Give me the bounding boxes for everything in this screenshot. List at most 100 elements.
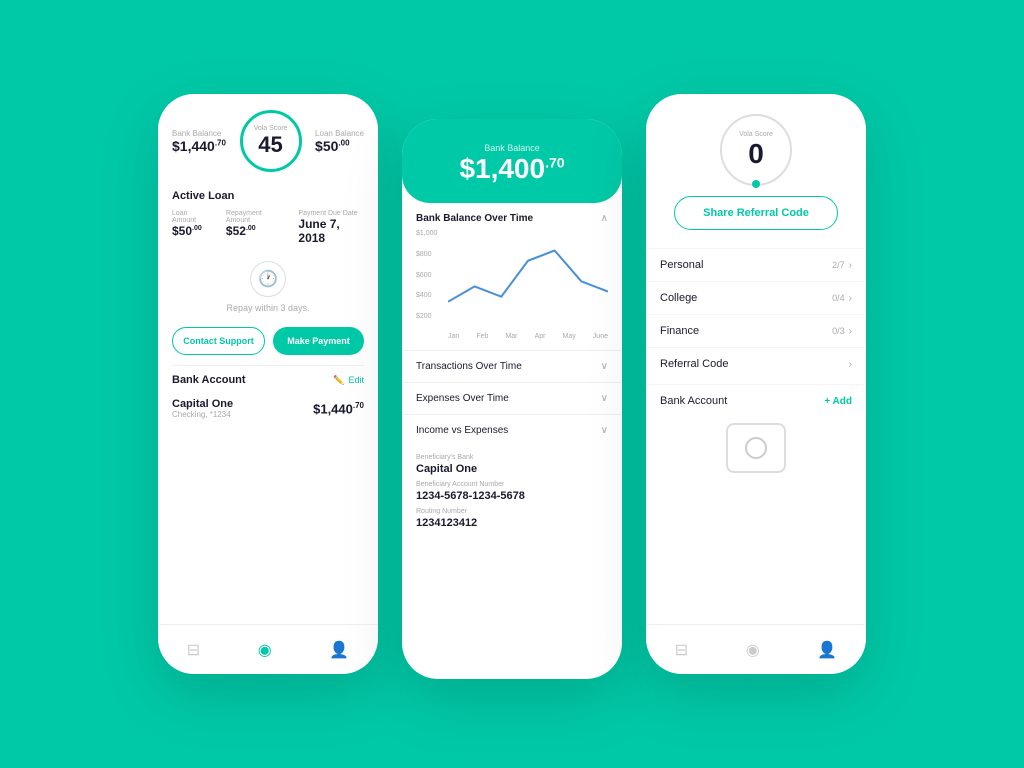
- accordion-expenses[interactable]: Expenses Over Time ∨: [402, 382, 622, 414]
- chevron-down-icon-2: ∨: [601, 393, 608, 404]
- phone-2: Bank Balance $1,400.70 Bank Balance Over…: [402, 119, 622, 679]
- menu-college[interactable]: College 0/4 ›: [646, 281, 866, 314]
- repayment-value: $52.00: [226, 224, 282, 238]
- menu-referral-label: Referral Code: [660, 358, 728, 370]
- vola-score-value: 45: [258, 132, 282, 158]
- vola-score-circle: Vola Score 45: [240, 110, 302, 172]
- clock-icon: 🕐: [250, 261, 286, 297]
- chevron-right-icon-4: ›: [849, 359, 852, 370]
- bank-edit-button[interactable]: ✏️ Edit: [333, 375, 364, 386]
- bank-account-title: Bank Account: [172, 374, 246, 386]
- menu-personal-label: Personal: [660, 259, 703, 271]
- routing-label: Routing Number: [416, 508, 608, 515]
- user-nav-icon-3[interactable]: 👤: [817, 640, 837, 660]
- chevron-right-icon-2: ›: [849, 293, 852, 304]
- bottom-nav-1: ⊟ ◉ 👤: [158, 624, 378, 674]
- phones-container: Bank Balance $1,440.70 Vola Score 45 Loa…: [138, 69, 886, 699]
- repay-text: Repay within 3 days.: [226, 303, 309, 313]
- chart-area: $1,000 $800 $600 $400 $200 Jan Feb Mar A…: [416, 230, 608, 340]
- repayment-item: Repayment Amount $52.00: [226, 210, 282, 245]
- phone1-header: Bank Balance $1,440.70 Vola Score 45 Loa…: [158, 94, 378, 182]
- due-date-item: Payment Due Date June 7, 2018: [298, 210, 364, 245]
- menu-personal-right: 2/7 ›: [832, 260, 852, 271]
- menu-college-right: 0/4 ›: [832, 293, 852, 304]
- chevron-up-icon[interactable]: ∧: [601, 213, 608, 224]
- chevron-down-icon-1: ∨: [601, 361, 608, 372]
- chart-header: Bank Balance Over Time ∧: [416, 213, 608, 224]
- phone-1: Bank Balance $1,440.70 Vola Score 45 Loa…: [158, 94, 378, 674]
- bank-info: Capital One Checking, *1234: [172, 398, 233, 419]
- menu-finance[interactable]: Finance 0/3 ›: [646, 314, 866, 347]
- chevron-down-icon-3: ∨: [601, 425, 608, 436]
- beneficiary-section: Beneficiary's Bank Capital One Beneficia…: [402, 446, 622, 543]
- bank-balance-label-2: Bank Balance: [484, 143, 540, 153]
- vola-score-label: Vola Score: [254, 125, 288, 132]
- menu-college-label: College: [660, 292, 697, 304]
- chevron-right-icon-3: ›: [849, 326, 852, 337]
- loan-balance-value: $50.00: [315, 138, 364, 154]
- menu-finance-label: Finance: [660, 325, 699, 337]
- home-nav-icon[interactable]: ⊟: [187, 640, 200, 660]
- chart-section: Bank Balance Over Time ∧ $1,000 $800 $60…: [402, 203, 622, 350]
- loan-amount-label: Loan Amount: [172, 210, 210, 224]
- due-date-label: Payment Due Date: [298, 210, 364, 217]
- edit-icon: ✏️: [333, 375, 344, 386]
- home-nav-icon-3[interactable]: ⊟: [675, 640, 688, 660]
- bank-balance-label: Bank Balance: [172, 129, 226, 138]
- bottom-nav-3: ⊟ ◉ 👤: [646, 624, 866, 674]
- phone2-header: Bank Balance $1,400.70: [402, 119, 622, 203]
- accordion-transactions-label: Transactions Over Time: [416, 361, 522, 372]
- loan-balance-label: Loan Balance: [315, 129, 364, 138]
- globe-nav-icon-3[interactable]: ◉: [746, 640, 760, 660]
- repayment-label: Repayment Amount: [226, 210, 282, 224]
- menu-referral[interactable]: Referral Code ›: [646, 347, 866, 380]
- vola-circle-large: Vola Score 0: [720, 114, 792, 186]
- accordion-income-label: Income vs Expenses: [416, 425, 508, 436]
- bank-subtype: Checking, *1234: [172, 410, 233, 419]
- safe-icon: [726, 423, 786, 473]
- phone-3: Vola Score 0 Share Referral Code Persona…: [646, 94, 866, 674]
- chevron-right-icon-1: ›: [849, 260, 852, 271]
- accordion-transactions[interactable]: Transactions Over Time ∨: [402, 350, 622, 382]
- active-loan-title: Active Loan: [158, 182, 378, 206]
- loan-balance-block: Loan Balance $50.00: [315, 129, 364, 154]
- chart-svg: [448, 230, 608, 322]
- bank-row: Capital One Checking, *1234 $1,440.70: [158, 394, 378, 427]
- loan-amount-item: Loan Amount $50.00: [172, 210, 210, 245]
- bank-name: Capital One: [172, 398, 233, 410]
- bank-balance-value: $1,440.70: [172, 138, 226, 154]
- menu-finance-right: 0/3 ›: [832, 326, 852, 337]
- routing-value: 1234123412: [416, 517, 608, 529]
- bank-balance-large: $1,400.70: [459, 153, 564, 185]
- beneficiary-account-label: Beneficiary Account Number: [416, 481, 608, 488]
- user-nav-icon[interactable]: 👤: [329, 640, 349, 660]
- due-date-value: June 7, 2018: [298, 217, 364, 245]
- beneficiary-account-value: 1234-5678-1234-5678: [416, 490, 608, 502]
- bank-balance-block: Bank Balance $1,440.70: [172, 129, 226, 154]
- repay-section: 🕐 Repay within 3 days.: [158, 249, 378, 321]
- share-referral-code-button[interactable]: Share Referral Code: [674, 196, 838, 230]
- safe-icon-container: [646, 413, 866, 481]
- menu-personal[interactable]: Personal 2/7 ›: [646, 248, 866, 281]
- globe-nav-icon[interactable]: ◉: [258, 640, 272, 660]
- chart-y-labels: $1,000 $800 $600 $400 $200: [416, 230, 437, 320]
- contact-support-button[interactable]: Contact Support: [172, 327, 265, 355]
- beneficiary-bank-value: Capital One: [416, 463, 608, 475]
- action-buttons: Contact Support Make Payment: [158, 321, 378, 365]
- vola-score-label-3: Vola Score: [739, 131, 773, 138]
- chart-title: Bank Balance Over Time: [416, 213, 533, 224]
- phone3-header: Vola Score 0 Share Referral Code: [646, 94, 866, 244]
- add-bank-button[interactable]: + Add: [824, 396, 852, 407]
- account-balance: $1,440.70: [313, 401, 364, 416]
- accordion-expenses-label: Expenses Over Time: [416, 393, 509, 404]
- vola-score-value-3: 0: [748, 138, 764, 170]
- bank-account-section: Bank Account + Add: [646, 384, 866, 413]
- menu-list: Personal 2/7 › College 0/4 › Finance 0/3…: [646, 244, 866, 384]
- chart-x-labels: Jan Feb Mar Apr May June: [448, 333, 608, 340]
- beneficiary-bank-label: Beneficiary's Bank: [416, 454, 608, 461]
- bank-section: Bank Account ✏️ Edit: [158, 366, 378, 394]
- loan-details: Loan Amount $50.00 Repayment Amount $52.…: [158, 206, 378, 249]
- accordion-income[interactable]: Income vs Expenses ∨: [402, 414, 622, 446]
- bank-account-section-label: Bank Account: [660, 395, 727, 407]
- make-payment-button[interactable]: Make Payment: [273, 327, 364, 355]
